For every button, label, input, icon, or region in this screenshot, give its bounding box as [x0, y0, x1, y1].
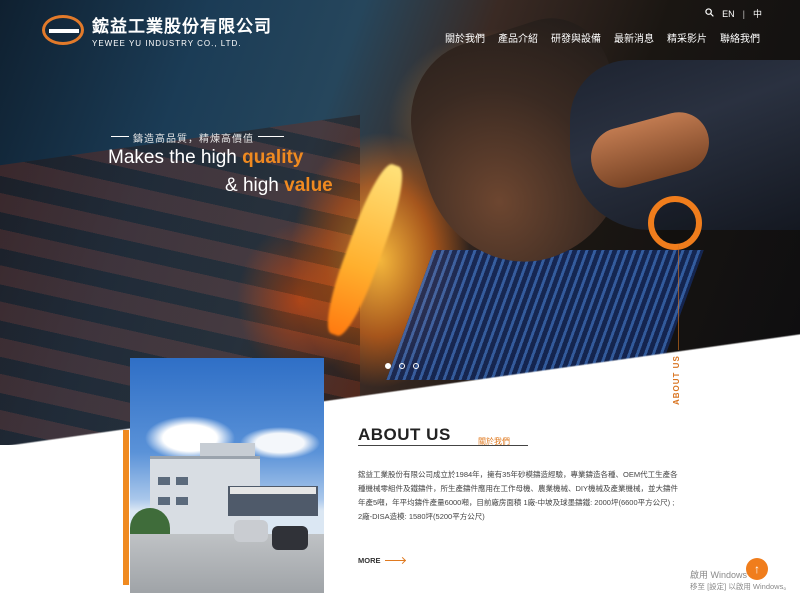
slider-dot-2[interactable] [399, 363, 405, 369]
slider-dot-1[interactable] [385, 363, 391, 369]
logo-en-text: YEWEE YU INDUSTRY CO., LTD. [92, 39, 242, 48]
main-nav: 關於我們 產品介紹 研發與設備 最新消息 精采影片 聯絡我們 [445, 30, 760, 45]
slogan1-accent: quality [242, 147, 304, 168]
windows-activation-watermark: 啟用 Windows 移至 [設定] 以啟用 Windows。 [690, 569, 791, 593]
nav-item-about[interactable]: 關於我們 [445, 30, 485, 45]
hero-slogan-line2: & high value [225, 175, 333, 197]
about-body-text: 鋐益工業股份有限公司成立於1984年，擁有35年砂模鑄造經驗，專業鑄造各種、OE… [358, 470, 678, 521]
arrow-right-icon [384, 560, 405, 561]
nav-item-products[interactable]: 產品介紹 [498, 30, 538, 45]
lang-en-link[interactable]: EN [722, 9, 735, 19]
more-label: MORE [358, 556, 381, 565]
nav-item-videos[interactable]: 精采影片 [667, 30, 707, 45]
slider-dot-3[interactable] [413, 363, 419, 369]
hero-tagline-cn: 鑄造高品質，精煉高價值 [111, 130, 284, 145]
lang-cn-link[interactable]: 中 [753, 7, 762, 20]
logo-mark-icon [42, 15, 84, 45]
slogan2-accent: value [284, 175, 333, 196]
side-about-label[interactable]: ABOUT US [672, 355, 686, 405]
company-logo[interactable]: 鋐益工業股份有限公司 YEWEE YU INDUSTRY CO., LTD. [42, 12, 272, 48]
logo-cn-text: 鋐益工業股份有限公司 [92, 17, 272, 36]
factory-photo [130, 358, 324, 593]
nav-item-rnd[interactable]: 研發與設備 [551, 30, 601, 45]
nav-item-news[interactable]: 最新消息 [614, 30, 654, 45]
hero-slogan-line1: Makes the high quality [108, 147, 303, 169]
search-icon[interactable] [705, 8, 714, 19]
hero-ring-decor [648, 196, 702, 250]
side-label-line [678, 245, 679, 350]
nav-item-contact[interactable]: 聯絡我們 [720, 30, 760, 45]
lang-separator: | [742, 8, 745, 19]
watermark-line2: 移至 [設定] 以啟用 Windows。 [690, 582, 791, 591]
more-link[interactable]: MORE [358, 556, 405, 565]
watermark-line1: 啟用 Windows [690, 570, 748, 580]
top-utility-bar: EN | 中 [705, 7, 762, 20]
about-accent-bar [123, 430, 129, 585]
about-title: ABOUT US [358, 425, 451, 444]
slogan2-prefix: & high [225, 175, 285, 196]
about-title-rule [358, 445, 528, 446]
slogan1-prefix: Makes the high [108, 147, 243, 168]
slider-dots [385, 363, 419, 369]
